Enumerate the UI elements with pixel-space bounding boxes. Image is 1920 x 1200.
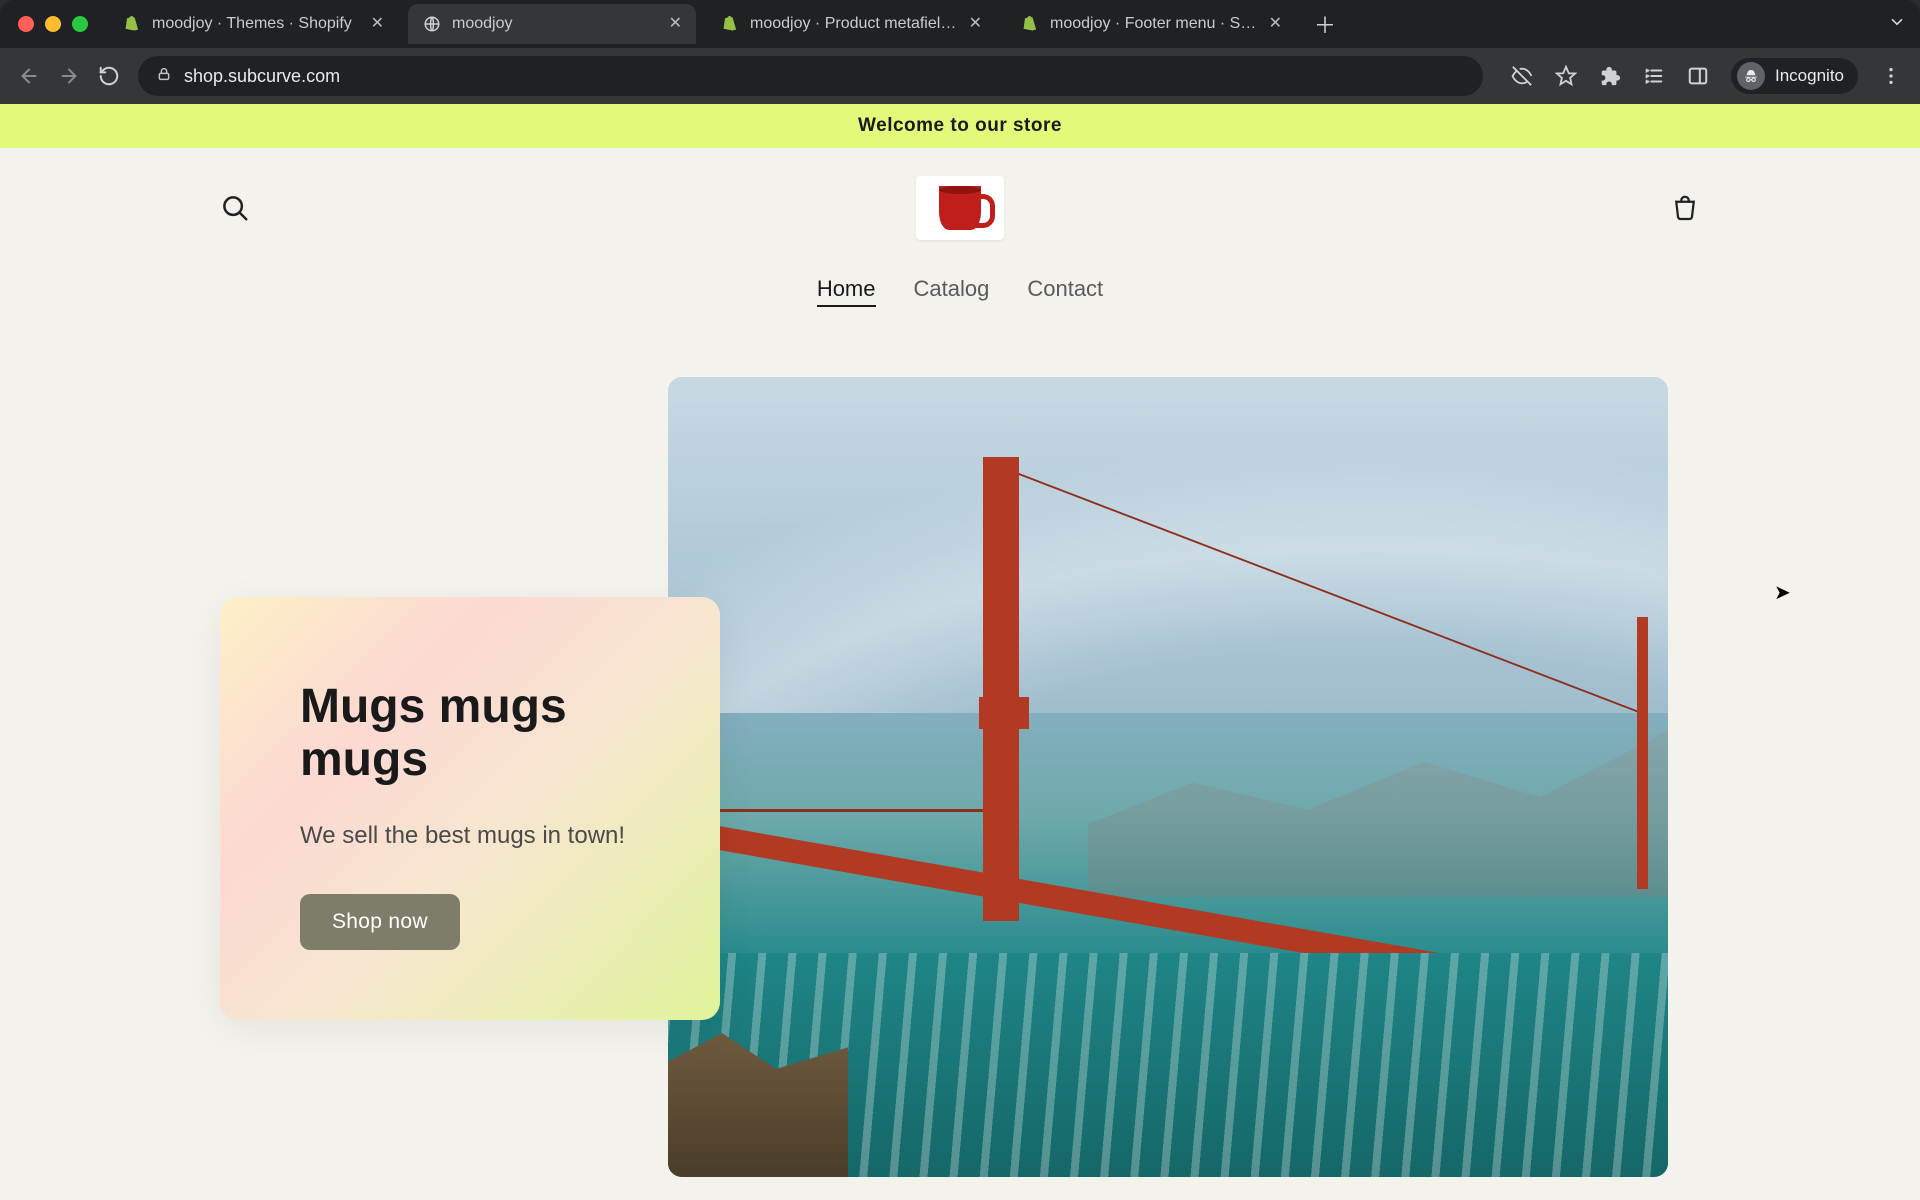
- address-bar[interactable]: shop.subcurve.com: [138, 56, 1483, 96]
- tabs-dropdown-button[interactable]: [1888, 13, 1906, 36]
- globe-icon: [422, 14, 442, 34]
- new-tab-button[interactable]: ＋: [1314, 8, 1336, 40]
- window-zoom-button[interactable]: [72, 16, 88, 32]
- announcement-text: Welcome to our store: [858, 115, 1062, 137]
- star-icon[interactable]: [1555, 65, 1577, 87]
- store-logo[interactable]: [916, 176, 1004, 240]
- reload-button[interactable]: [98, 65, 120, 87]
- close-icon[interactable]: ✕: [669, 16, 682, 32]
- nav-link-home[interactable]: Home: [817, 276, 876, 307]
- toolbar-right: Incognito: [1511, 58, 1902, 94]
- eye-off-icon[interactable]: [1511, 65, 1533, 87]
- browser-tab-2[interactable]: moodjoy · Product metafield d ✕: [706, 4, 996, 44]
- shopify-icon: [122, 14, 142, 34]
- tab-title: moodjoy · Footer menu · Shop: [1050, 15, 1259, 33]
- browser-tab-0[interactable]: moodjoy · Themes · Shopify ✕: [108, 4, 398, 44]
- side-panel-icon[interactable]: [1687, 65, 1709, 87]
- shopify-icon: [1020, 14, 1040, 34]
- incognito-label: Incognito: [1775, 66, 1844, 86]
- mug-icon: [939, 186, 981, 230]
- hero-subtitle: We sell the best mugs in town!: [300, 817, 640, 854]
- window-controls: [18, 16, 88, 32]
- tab-title: moodjoy · Product metafield d: [750, 15, 959, 33]
- nav-link-contact[interactable]: Contact: [1027, 276, 1103, 307]
- shop-now-button[interactable]: Shop now: [300, 894, 460, 950]
- tab-title: moodjoy · Themes · Shopify: [152, 15, 361, 33]
- close-icon[interactable]: ✕: [1269, 16, 1282, 32]
- tab-strip: moodjoy · Themes · Shopify ✕ moodjoy ✕ m…: [0, 0, 1920, 48]
- nav-link-catalog[interactable]: Catalog: [914, 276, 990, 307]
- lock-icon: [156, 66, 172, 87]
- back-button[interactable]: [18, 65, 40, 87]
- close-icon[interactable]: ✕: [969, 16, 982, 32]
- browser-tab-1[interactable]: moodjoy ✕: [408, 4, 696, 44]
- search-button[interactable]: [220, 193, 250, 223]
- profile-incognito-chip[interactable]: Incognito: [1731, 58, 1858, 94]
- close-icon[interactable]: ✕: [371, 16, 384, 32]
- extensions-icon[interactable]: [1599, 65, 1621, 87]
- site-header: [0, 148, 1920, 260]
- hero-title: Mugs mugs mugs: [300, 681, 640, 787]
- announcement-bar: Welcome to our store: [0, 104, 1920, 148]
- cart-button[interactable]: [1670, 193, 1700, 223]
- forward-button[interactable]: [58, 65, 80, 87]
- window-close-button[interactable]: [18, 16, 34, 32]
- toolbar: shop.subcurve.com Incognito: [0, 48, 1920, 104]
- main-nav: Home Catalog Contact: [0, 260, 1920, 307]
- browser-tab-3[interactable]: moodjoy · Footer menu · Shop ✕: [1006, 4, 1296, 44]
- incognito-icon: [1737, 62, 1765, 90]
- hero-card: Mugs mugs mugs We sell the best mugs in …: [220, 597, 720, 1020]
- kebab-menu-icon[interactable]: [1880, 65, 1902, 87]
- hero-image: [668, 377, 1668, 1177]
- browser-chrome: moodjoy · Themes · Shopify ✕ moodjoy ✕ m…: [0, 0, 1920, 104]
- page-content: Welcome to our store Home Catalog Contac…: [0, 104, 1920, 1200]
- tab-title: moodjoy: [452, 15, 659, 33]
- window-minimize-button[interactable]: [45, 16, 61, 32]
- shopify-icon: [720, 14, 740, 34]
- reading-list-icon[interactable]: [1643, 65, 1665, 87]
- url-text: shop.subcurve.com: [184, 66, 340, 87]
